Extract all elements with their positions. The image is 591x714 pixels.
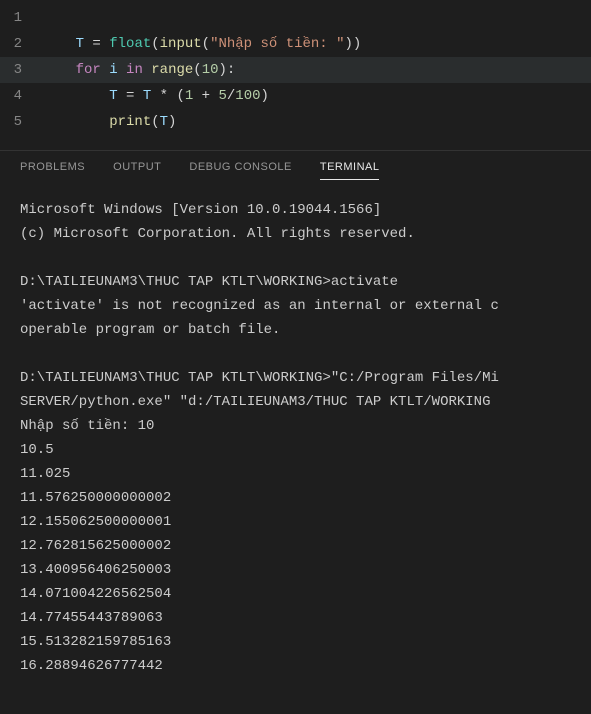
terminal-line: 16.28894626777442 bbox=[20, 654, 571, 678]
tab-output[interactable]: OUTPUT bbox=[113, 161, 161, 180]
code-editor[interactable]: 1 2 T = float(input("Nhập số tiền: "))3 … bbox=[0, 0, 591, 150]
terminal-line: 14.071004226562504 bbox=[20, 582, 571, 606]
tab-terminal[interactable]: TERMINAL bbox=[320, 161, 380, 180]
line-number: 1 bbox=[0, 10, 42, 26]
line-number: 5 bbox=[0, 114, 42, 130]
code-line[interactable]: 1 bbox=[0, 5, 591, 31]
terminal-line: 11.576250000000002 bbox=[20, 486, 571, 510]
code-line[interactable]: 4 T = T * (1 + 5/100) bbox=[0, 83, 591, 109]
code-line[interactable]: 3 for i in range(10): bbox=[0, 57, 591, 83]
terminal-line: 10.5 bbox=[20, 438, 571, 462]
terminal-line: Microsoft Windows [Version 10.0.19044.15… bbox=[20, 198, 571, 222]
line-number: 3 bbox=[0, 62, 42, 78]
terminal-line: 13.400956406250003 bbox=[20, 558, 571, 582]
code-content: print(T) bbox=[42, 114, 176, 130]
code-line[interactable]: 5 print(T) bbox=[0, 109, 591, 135]
code-content bbox=[42, 10, 76, 26]
terminal-line: operable program or batch file. bbox=[20, 318, 571, 342]
terminal-line: 12.762815625000002 bbox=[20, 534, 571, 558]
terminal-panel[interactable]: Microsoft Windows [Version 10.0.19044.15… bbox=[0, 180, 591, 696]
line-number: 4 bbox=[0, 88, 42, 104]
code-content: T = T * (1 + 5/100) bbox=[42, 88, 269, 104]
tab-debug-console[interactable]: DEBUG CONSOLE bbox=[189, 161, 291, 180]
terminal-line: (c) Microsoft Corporation. All rights re… bbox=[20, 222, 571, 246]
terminal-line bbox=[20, 342, 571, 366]
terminal-line: SERVER/python.exe" "d:/TAILIEUNAM3/THUC … bbox=[20, 390, 571, 414]
code-line[interactable]: 2 T = float(input("Nhập số tiền: ")) bbox=[0, 31, 591, 57]
terminal-line: 'activate' is not recognized as an inter… bbox=[20, 294, 571, 318]
terminal-line: 12.155062500000001 bbox=[20, 510, 571, 534]
terminal-line bbox=[20, 246, 571, 270]
terminal-line: 15.513282159785163 bbox=[20, 630, 571, 654]
terminal-line: D:\TAILIEUNAM3\THUC TAP KTLT\WORKING>act… bbox=[20, 270, 571, 294]
terminal-line: 11.025 bbox=[20, 462, 571, 486]
line-number: 2 bbox=[0, 36, 42, 52]
terminal-line: D:\TAILIEUNAM3\THUC TAP KTLT\WORKING>"C:… bbox=[20, 366, 571, 390]
tab-problems[interactable]: PROBLEMS bbox=[20, 161, 85, 180]
terminal-line: Nhập số tiền: 10 bbox=[20, 414, 571, 438]
code-content: for i in range(10): bbox=[42, 62, 235, 78]
terminal-line: 14.77455443789063 bbox=[20, 606, 571, 630]
code-content: T = float(input("Nhập số tiền: ")) bbox=[42, 36, 361, 52]
panel-tabs: PROBLEMS OUTPUT DEBUG CONSOLE TERMINAL bbox=[0, 150, 591, 180]
